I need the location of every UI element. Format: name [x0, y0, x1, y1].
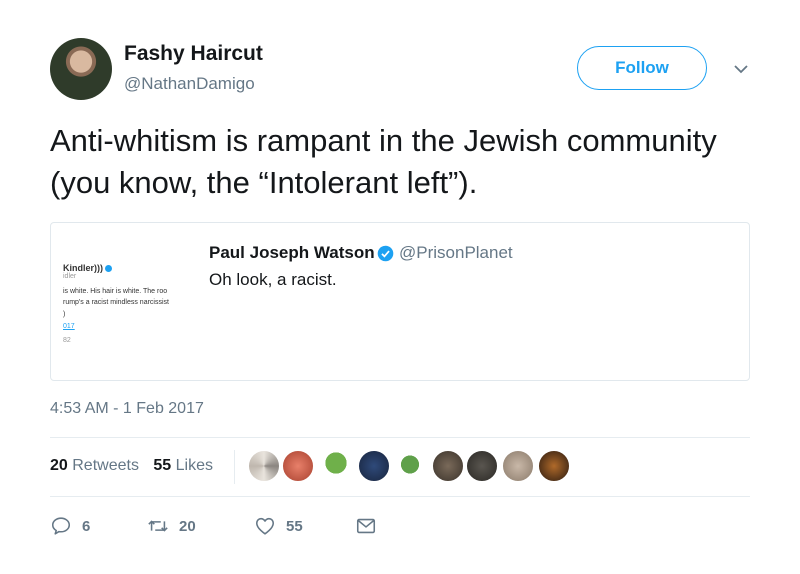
liker-avatar[interactable] — [282, 450, 314, 482]
liker-avatar[interactable] — [358, 450, 390, 482]
likes-stat[interactable]: 55 Likes — [153, 457, 213, 474]
tweet-timestamp[interactable]: 4:53 AM - 1 Feb 2017 — [50, 400, 204, 418]
thumbnail-line: idler — [63, 273, 77, 280]
follow-button[interactable]: Follow — [577, 46, 707, 90]
heart-icon — [255, 517, 275, 535]
direct-message-button[interactable] — [355, 514, 377, 538]
thumbnail-line: Kindler))) — [63, 263, 112, 273]
thumbnail-line: is white. His hair is white. The roo — [63, 288, 168, 295]
envelope-icon — [356, 518, 376, 534]
retweet-icon — [148, 520, 168, 532]
thumbnail-line: ) — [63, 311, 66, 318]
thumbnail-line: 017 — [63, 323, 75, 330]
author-handle[interactable]: @NathanDamigo — [124, 74, 255, 94]
quoted-tweet-thumbnail[interactable]: Kindler))) idler is white. His hair is w… — [61, 243, 211, 363]
stats-separator — [234, 450, 235, 484]
author-name[interactable]: Fashy Haircut — [124, 42, 263, 66]
quoted-tweet[interactable]: Kindler))) idler is white. His hair is w… — [50, 222, 750, 381]
retweet-button[interactable]: 20 — [147, 514, 196, 538]
divider — [50, 437, 750, 438]
thumbnail-line: rump's a racist mindless narcissist — [63, 299, 169, 306]
verified-badge-icon — [105, 265, 112, 273]
verified-badge-icon — [377, 245, 394, 262]
retweet-count: 20 — [179, 517, 196, 535]
like-button[interactable]: 55 — [254, 514, 303, 538]
liker-avatar[interactable] — [432, 450, 464, 482]
like-count: 55 — [286, 517, 303, 535]
divider — [50, 496, 750, 497]
liker-avatar[interactable] — [538, 450, 570, 482]
liker-avatar[interactable] — [320, 450, 352, 482]
liker-avatar[interactable] — [466, 450, 498, 482]
thumbnail-line: 82 — [63, 337, 71, 344]
liker-avatar[interactable] — [248, 450, 280, 482]
chevron-down-icon[interactable] — [730, 62, 752, 76]
tweet-stats: 20 Retweets 55 Likes — [50, 457, 213, 475]
reply-icon — [51, 517, 71, 535]
quoted-tweet-text: Oh look, a racist. — [209, 270, 337, 289]
avatar[interactable] — [50, 38, 112, 100]
retweets-stat[interactable]: 20 Retweets — [50, 457, 139, 474]
reply-count: 6 — [82, 517, 91, 535]
liker-avatar[interactable] — [502, 450, 534, 482]
quoted-author-name[interactable]: Paul Joseph Watson — [209, 243, 375, 263]
liker-avatar[interactable] — [394, 450, 426, 482]
tweet-text: Anti-whitism is rampant in the Jewish co… — [50, 123, 717, 200]
reply-button[interactable]: 6 — [50, 514, 90, 538]
quoted-author-handle[interactable]: @PrisonPlanet — [399, 243, 513, 263]
